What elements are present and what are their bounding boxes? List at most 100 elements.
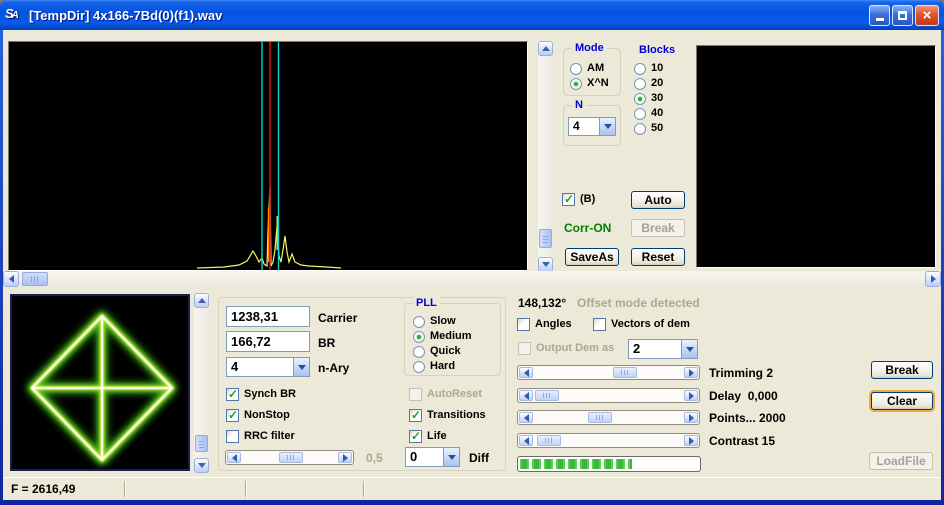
slider-left-button[interactable] [227,452,241,463]
chevron-down-icon [447,454,456,464]
nary-dropdown-button[interactable] [293,358,309,376]
output-dem-combobox[interactable]: 2 [628,339,698,359]
slider-thumb[interactable] [279,452,303,463]
auto-button[interactable]: Auto [631,191,685,209]
constellation-display[interactable] [10,294,190,471]
scroll-thumb[interactable] [539,229,552,248]
slider-right-button[interactable] [684,390,698,401]
delay-slider[interactable] [517,388,700,403]
arrow-left-icon [520,391,529,400]
window-title: [TempDir] 4x166-7Bd(0)(f1).wav [29,7,223,23]
autoreset-checkbox: AutoReset [409,388,482,401]
spectrum-display[interactable] [8,41,528,271]
radio-pll-quick[interactable]: Quick [413,345,461,358]
transitions-checkbox[interactable]: Transitions [409,408,486,422]
arrow-left-icon [520,413,529,422]
n-group-label: N [572,99,586,111]
nonstop-checkbox[interactable]: NonStop [226,408,290,422]
n-dropdown-button[interactable] [599,118,615,135]
radio-blocks-40[interactable]: 40 [634,107,663,120]
slider-thumb[interactable] [588,412,612,423]
break-button-top: Break [631,219,685,237]
arrow-right-icon [688,413,698,422]
br-input[interactable] [226,331,310,352]
diff-value: 0 [410,449,418,464]
radio-mode-am[interactable]: AM [570,62,604,75]
output-dem-as-checkbox: Output Dem as [518,342,614,355]
arrow-down-icon [197,463,206,472]
main-hscrollbar[interactable] [3,271,941,287]
checkbox-icon [593,318,606,331]
slider-left-button[interactable] [519,390,533,401]
maximize-button[interactable] [892,4,913,26]
close-icon: × [922,6,932,24]
minimize-button[interactable] [869,4,890,26]
trimming-slider[interactable] [517,365,700,380]
scroll-up-button[interactable] [538,41,553,56]
scroll-left-button[interactable] [3,271,19,287]
slider-thumb[interactable] [535,390,559,401]
diff-dropdown-button[interactable] [443,448,459,466]
synch-br-checkbox[interactable]: Synch BR [226,387,296,401]
maximize-icon [898,10,907,20]
title-bar[interactable]: SA [TempDir] 4x166-7Bd(0)(f1).wav × [0,0,944,30]
loadfile-button: LoadFile [869,452,933,470]
arrow-right-icon [930,275,940,283]
secondary-display[interactable] [696,45,936,268]
rrc-slider-value: 0,5 [366,451,383,465]
radio-blocks-30[interactable]: 30 [634,92,663,105]
angles-checkbox[interactable]: Angles [517,318,572,331]
clear-button[interactable]: Clear [871,392,933,410]
arrow-right-icon [688,391,698,400]
slider-right-button[interactable] [684,367,698,378]
saveas-button[interactable]: SaveAs [565,248,619,266]
status-bar: F = 2616,49 [3,477,941,500]
n-combobox[interactable]: 4 [568,117,616,136]
slider-left-button[interactable] [519,367,533,378]
slider-right-button[interactable] [684,412,698,423]
slider-thumb[interactable] [537,435,561,446]
break-button[interactable]: Break [871,361,933,379]
points-label: Points... 2000 [709,411,786,425]
corr-status-label: Corr-ON [564,221,612,235]
application-window: SA [TempDir] 4x166-7Bd(0)(f1).wav × Mode… [0,0,944,505]
slider-left-button[interactable] [519,435,533,446]
rrc-slider[interactable] [225,450,354,465]
radio-mode-xn[interactable]: X^N [570,77,609,90]
slider-right-button[interactable] [684,435,698,446]
radio-pll-slow[interactable]: Slow [413,315,456,328]
scroll-down-button[interactable] [194,458,209,473]
slider-left-button[interactable] [519,412,533,423]
scroll-thumb[interactable] [195,435,208,452]
life-checkbox[interactable]: Life [409,429,447,443]
contrast-slider[interactable] [517,433,700,448]
radio-blocks-10[interactable]: 10 [634,62,663,75]
points-slider[interactable] [517,410,700,425]
rrc-filter-checkbox[interactable]: RRC filter [226,430,295,443]
scroll-right-button[interactable] [925,271,941,287]
radio-blocks-50[interactable]: 50 [634,122,663,135]
carrier-input[interactable] [226,306,310,327]
close-button[interactable]: × [915,4,939,26]
output-dem-dropdown-button[interactable] [681,340,697,358]
radio-selected-icon [634,92,646,105]
app-icon[interactable]: SA [5,6,25,24]
diff-combobox[interactable]: 0 [405,447,460,467]
radio-blocks-20[interactable]: 20 [634,77,663,90]
radio-pll-medium[interactable]: Medium [413,330,472,343]
spectrum-vscrollbar[interactable] [538,41,553,272]
slider-right-button[interactable] [338,452,352,463]
slider-thumb[interactable] [613,367,637,378]
nary-combobox[interactable]: 4 [226,357,310,377]
constellation-vscrollbar[interactable] [194,293,209,473]
reset-button[interactable]: Reset [631,248,685,266]
scroll-down-button[interactable] [538,257,553,272]
b-checkbox[interactable]: (B) [562,192,595,206]
scroll-up-button[interactable] [194,293,209,308]
diff-label: Diff [469,451,489,465]
n-value: 4 [573,119,580,133]
status-divider [245,481,246,497]
radio-pll-hard[interactable]: Hard [413,360,455,373]
vectors-of-dem-checkbox[interactable]: Vectors of dem [593,318,690,331]
scroll-thumb[interactable] [22,272,48,286]
